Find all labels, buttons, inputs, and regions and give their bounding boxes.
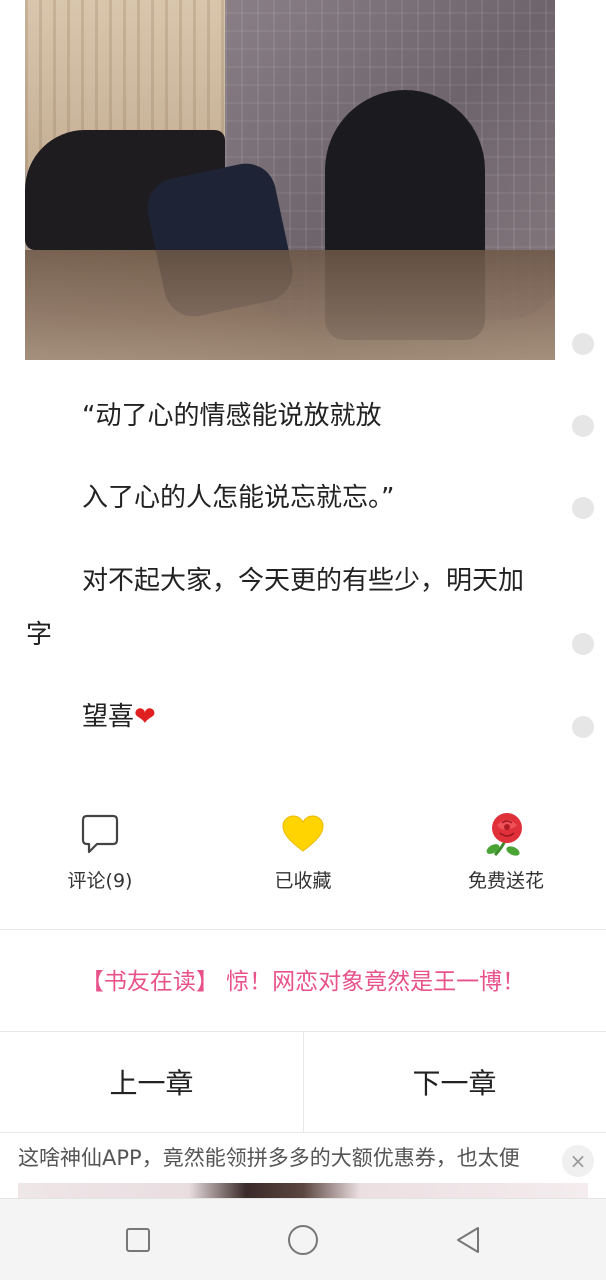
circle-icon <box>288 1225 318 1255</box>
comment-button[interactable]: 评论(9) <box>30 812 170 893</box>
prev-chapter-button[interactable]: 上一章 <box>0 1032 303 1132</box>
photo-region-floor <box>25 250 555 360</box>
divider <box>0 1132 606 1133</box>
flower-label: 免费送花 <box>467 870 544 892</box>
scroll-dot <box>572 633 594 655</box>
collect-button[interactable]: 已收藏 <box>233 812 373 893</box>
promo-link[interactable]: 【书友在读】 惊！网恋对象竟然是王一博！ <box>0 962 606 996</box>
recent-apps-button[interactable] <box>121 1223 155 1257</box>
paragraph: “动了心的情感能说放就放 <box>82 401 382 431</box>
paragraph: 入了心的人怎能说忘就忘。” <box>82 483 395 513</box>
ad-close-button[interactable]: × <box>562 1145 594 1177</box>
back-button[interactable] <box>451 1223 485 1257</box>
paragraph-text: 望喜 <box>82 702 135 732</box>
scroll-dot <box>572 333 594 355</box>
system-nav-bar <box>0 1198 606 1280</box>
rose-icon <box>486 813 522 857</box>
next-chapter-button[interactable]: 下一章 <box>303 1032 606 1132</box>
scroll-dot <box>572 497 594 519</box>
scroll-dot <box>572 716 594 738</box>
square-icon <box>126 1228 150 1252</box>
paragraph: 对不起大家，今天更的有些少，明天加字 <box>26 566 525 650</box>
divider <box>0 929 606 930</box>
collect-label: 已收藏 <box>274 870 332 892</box>
send-flower-button[interactable]: 免费送花 <box>436 812 576 893</box>
paragraph-wish: 望喜❤ <box>26 690 546 744</box>
heart-icon <box>282 815 324 852</box>
heart-emoji-icon: ❤ <box>134 702 156 732</box>
chapter-illustration <box>25 0 555 360</box>
home-button[interactable] <box>286 1223 320 1257</box>
comment-label: 评论(9) <box>67 870 133 892</box>
speech-bubble-icon <box>81 814 119 854</box>
scroll-dot <box>572 415 594 437</box>
ad-banner-text[interactable]: 这啥神仙APP，竟然能领拼多多的大额优惠券，也太便 <box>18 1142 578 1172</box>
triangle-back-icon <box>457 1227 479 1253</box>
